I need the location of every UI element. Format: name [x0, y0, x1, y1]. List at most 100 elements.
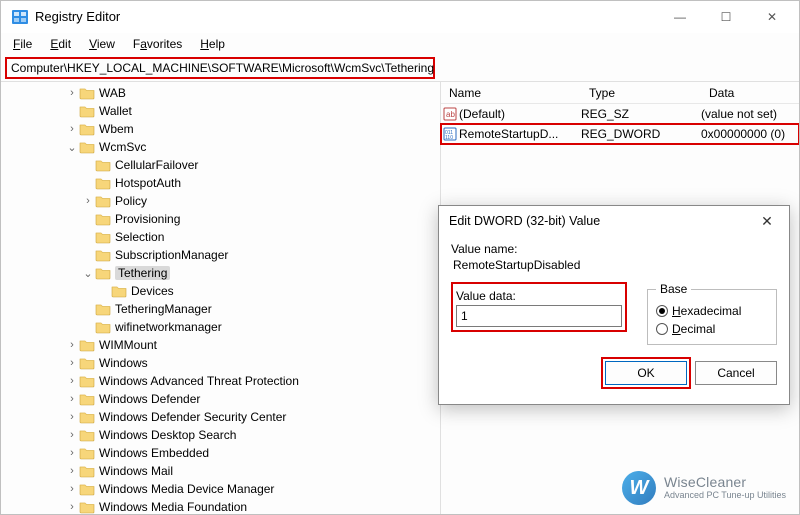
value-name-label: Value name: [451, 242, 777, 256]
folder-icon [79, 122, 95, 136]
tree-item[interactable]: ›Windows [1, 354, 440, 372]
binary-value-icon: 011110 [441, 127, 459, 141]
chevron-right-icon[interactable]: › [65, 411, 79, 423]
menu-favorites[interactable]: Favorites [125, 35, 190, 53]
tree-item[interactable]: TetheringManager [1, 300, 440, 318]
tree-item[interactable]: wifinetworkmanager [1, 318, 440, 336]
tree-item-label: Wallet [99, 104, 132, 118]
col-header-data[interactable]: Data [701, 86, 799, 100]
regedit-icon [11, 8, 29, 26]
value-name-field[interactable]: RemoteStartupDisabled [451, 258, 777, 272]
dialog-close-button[interactable]: ✕ [755, 213, 779, 230]
tree-item[interactable]: ⌄WcmSvc [1, 138, 440, 156]
value-data: (value not set) [701, 107, 799, 121]
tree-item[interactable]: › WAB [1, 84, 440, 102]
titlebar[interactable]: Registry Editor — ☐ ✕ [1, 1, 799, 33]
folder-icon [79, 428, 95, 442]
chevron-down-icon[interactable]: ⌄ [65, 141, 79, 154]
watermark-logo-icon: W [622, 471, 656, 505]
close-button[interactable]: ✕ [749, 1, 795, 33]
chevron-down-icon[interactable]: ⌄ [81, 267, 95, 280]
tree-item[interactable]: › Wbem [1, 120, 440, 138]
chevron-right-icon[interactable]: › [65, 339, 79, 351]
chevron-right-icon[interactable]: › [65, 123, 79, 135]
chevron-right-icon[interactable]: › [65, 429, 79, 441]
radio-dec-indicator [656, 323, 668, 335]
menu-file[interactable]: File [5, 35, 40, 53]
value-row[interactable]: 011110RemoteStartupD...REG_DWORD0x000000… [441, 124, 799, 144]
tree-item-label: Selection [115, 230, 164, 244]
maximize-button[interactable]: ☐ [703, 1, 749, 33]
tree-item-label: Wbem [99, 122, 134, 136]
radio-hex[interactable]: Hexadecimal [656, 304, 768, 318]
value-name: (Default) [459, 107, 581, 121]
menu-view[interactable]: View [81, 35, 123, 53]
tree-item-label: Windows Embedded [99, 446, 209, 460]
tree-item-label: Windows Media Foundation [99, 500, 247, 514]
tree-item[interactable]: CellularFailover [1, 156, 440, 174]
watermark-line2: Advanced PC Tune-up Utilities [664, 491, 786, 501]
tree-item[interactable]: ›Windows Defender Security Center [1, 408, 440, 426]
cancel-button[interactable]: Cancel [695, 361, 777, 385]
folder-icon [79, 356, 95, 370]
chevron-right-icon[interactable]: › [65, 483, 79, 495]
tree-item[interactable]: ›Windows Mail [1, 462, 440, 480]
window-title: Registry Editor [35, 9, 120, 24]
value-type: REG_DWORD [581, 127, 701, 141]
tree-item-label: HotspotAuth [115, 176, 181, 190]
tree-item[interactable]: ›Windows Advanced Threat Protection [1, 372, 440, 390]
dialog-titlebar[interactable]: Edit DWORD (32-bit) Value ✕ [439, 206, 789, 236]
tree-item-label: Tethering [115, 266, 170, 280]
folder-icon [95, 176, 111, 190]
registry-tree[interactable]: › WAB Wallet › Wbem ⌄WcmSvcCellularFailover Ho… [1, 82, 441, 514]
menubar: File Edit View Favorites Help [1, 33, 799, 55]
tree-item[interactable]: ⌄ Tethering [1, 264, 440, 282]
edit-dword-dialog: Edit DWORD (32-bit) Value ✕ Value name: … [438, 205, 790, 405]
folder-icon [79, 500, 95, 514]
ok-button[interactable]: OK [605, 361, 687, 385]
tree-item-label: WIMMount [99, 338, 157, 352]
tree-item[interactable]: HotspotAuth [1, 174, 440, 192]
folder-icon [79, 86, 95, 100]
folder-icon [95, 266, 111, 280]
tree-item[interactable]: Selection [1, 228, 440, 246]
value-data-input[interactable] [456, 305, 622, 327]
chevron-right-icon[interactable]: › [65, 447, 79, 459]
chevron-right-icon[interactable]: › [81, 195, 95, 207]
tree-item[interactable]: › Windows Media Foundation [1, 498, 440, 514]
chevron-right-icon[interactable]: › [65, 465, 79, 477]
tree-item[interactable]: ›Windows Defender [1, 390, 440, 408]
tree-item[interactable]: › Windows Embedded [1, 444, 440, 462]
tree-item[interactable]: Provisioning [1, 210, 440, 228]
tree-item[interactable]: ›Policy [1, 192, 440, 210]
menu-edit[interactable]: Edit [42, 35, 79, 53]
minimize-button[interactable]: — [657, 1, 703, 33]
folder-icon [79, 140, 95, 154]
tree-item[interactable]: ›Windows Media Device Manager [1, 480, 440, 498]
value-type: REG_SZ [581, 107, 701, 121]
chevron-right-icon[interactable]: › [65, 501, 79, 513]
tree-item[interactable]: ›Windows Desktop Search [1, 426, 440, 444]
svg-text:110: 110 [445, 135, 453, 141]
value-row[interactable]: ab(Default)REG_SZ(value not set) [441, 104, 799, 124]
tree-item[interactable]: Devices [1, 282, 440, 300]
chevron-right-icon[interactable]: › [65, 393, 79, 405]
tree-item[interactable]: Wallet [1, 102, 440, 120]
radio-dec[interactable]: Decimal [656, 322, 768, 336]
col-header-name[interactable]: Name [441, 86, 581, 100]
tree-item-label: wifinetworkmanager [115, 320, 222, 334]
tree-item[interactable]: › WIMMount [1, 336, 440, 354]
list-header[interactable]: Name Type Data [441, 82, 799, 104]
chevron-right-icon[interactable]: › [65, 87, 79, 99]
tree-item-label: WAB [99, 86, 126, 100]
tree-item-label: SubscriptionManager [115, 248, 228, 262]
folder-icon [79, 392, 95, 406]
value-data-label: Value data: [456, 289, 622, 303]
chevron-right-icon[interactable]: › [65, 375, 79, 387]
tree-item[interactable]: SubscriptionManager [1, 246, 440, 264]
address-bar[interactable]: Computer\HKEY_LOCAL_MACHINE\SOFTWARE\Mic… [5, 57, 435, 79]
folder-icon [95, 230, 111, 244]
menu-help[interactable]: Help [192, 35, 233, 53]
col-header-type[interactable]: Type [581, 86, 701, 100]
chevron-right-icon[interactable]: › [65, 357, 79, 369]
